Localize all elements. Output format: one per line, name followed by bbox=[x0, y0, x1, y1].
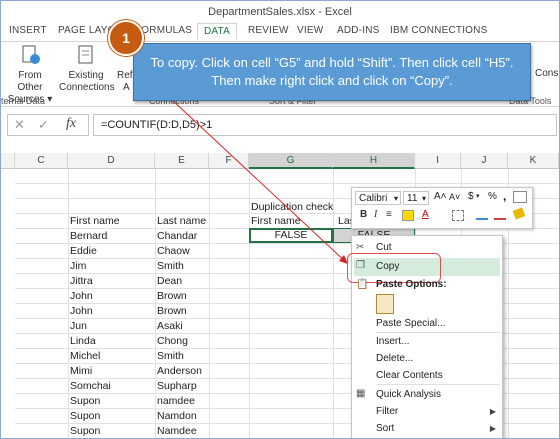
decrease-font-icon[interactable]: A˅ bbox=[449, 192, 460, 202]
mini-toolbar: Calibri ▾ 11 ▾ A˄ A˅ $ ▾ % , B I ≡ A bbox=[351, 187, 533, 229]
italic-icon[interactable]: I bbox=[374, 209, 377, 220]
callout-line-2: Then make right click and click on “Copy… bbox=[211, 73, 453, 88]
instruction-callout: To copy. Click on cell “G5” and hold “Sh… bbox=[133, 43, 531, 101]
menu-item-copy[interactable]: Copy bbox=[376, 261, 399, 272]
menu-item-clear-contents[interactable]: Clear Contents bbox=[376, 370, 443, 381]
font-size-value: 11 bbox=[407, 193, 418, 204]
quick-analysis-icon: ▦ bbox=[356, 388, 366, 399]
step-badge: 1 bbox=[108, 20, 144, 56]
menu-item-filter[interactable]: Filter bbox=[376, 406, 398, 417]
menu-item-delete[interactable]: Delete... bbox=[376, 353, 413, 364]
paste-icon: 📋 bbox=[356, 279, 369, 290]
borders-icon[interactable] bbox=[452, 210, 464, 221]
menu-item-paste-special[interactable]: Paste Special... bbox=[376, 318, 445, 329]
submenu-arrow-icon: ▶ bbox=[489, 424, 496, 433]
percent-icon[interactable]: % bbox=[488, 191, 497, 202]
submenu-arrow-icon: ▶ bbox=[489, 407, 496, 416]
format-painter-icon[interactable] bbox=[513, 191, 527, 203]
copy-icon: ❐ bbox=[356, 260, 365, 271]
menu-separator bbox=[376, 332, 500, 333]
increase-font-icon[interactable]: A˄ bbox=[434, 191, 447, 202]
clear-format-icon[interactable] bbox=[512, 207, 526, 220]
font-name-value: Calibri bbox=[359, 193, 388, 204]
menu-item-cut[interactable]: Cut bbox=[376, 242, 392, 253]
align-center-icon[interactable]: ≡ bbox=[386, 209, 392, 220]
bold-icon[interactable]: B bbox=[360, 209, 367, 220]
chevron-down-icon[interactable]: ▾ bbox=[476, 192, 480, 200]
currency-icon[interactable]: $ bbox=[468, 191, 474, 202]
menu-item-insert[interactable]: Insert... bbox=[376, 336, 409, 347]
chevron-down-icon: ▾ bbox=[421, 194, 426, 203]
font-name-select[interactable]: Calibri ▾ bbox=[355, 191, 401, 205]
context-menu: ✂ Cut ❐ Copy 📋 Paste Options: Paste Spec… bbox=[347, 235, 503, 438]
menu-item-sort[interactable]: Sort bbox=[376, 423, 394, 434]
excel-window: DepartmentSales.xlsx - Excel INSERT PAGE… bbox=[0, 0, 560, 439]
paste-options-label: Paste Options: bbox=[376, 279, 447, 290]
font-color-icon[interactable]: A bbox=[422, 209, 429, 220]
cut-icon: ✂ bbox=[356, 242, 365, 253]
fill-color-icon[interactable] bbox=[402, 210, 414, 221]
comma-icon[interactable]: , bbox=[503, 189, 506, 203]
font-size-select[interactable]: 11 ▾ bbox=[403, 191, 429, 205]
menu-item-quick-analysis[interactable]: Quick Analysis bbox=[376, 389, 441, 400]
callout-line-1: To copy. Click on cell “G5” and hold “Sh… bbox=[150, 55, 514, 70]
chevron-down-icon: ▾ bbox=[393, 194, 398, 203]
decrease-decimal-icon[interactable] bbox=[494, 210, 506, 220]
paste-button-icon[interactable] bbox=[376, 294, 394, 314]
menu-separator bbox=[376, 384, 500, 385]
increase-decimal-icon[interactable] bbox=[476, 210, 488, 220]
